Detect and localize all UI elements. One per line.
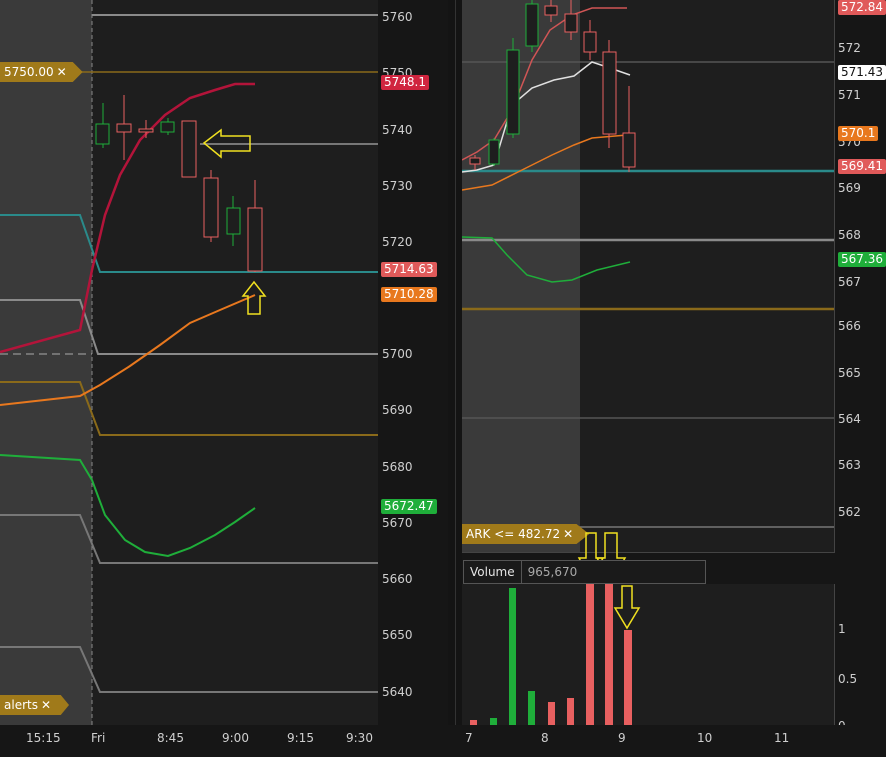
volume-label: Volume — [464, 561, 522, 583]
candle — [525, 3, 539, 47]
volume-bar — [528, 691, 535, 725]
volume-header: Volume 965,670 — [463, 560, 707, 584]
candle — [95, 123, 110, 145]
price-tag-white: 571.43 — [838, 65, 886, 80]
candle — [203, 177, 219, 238]
price-tag-green: 5672.47 — [381, 499, 437, 514]
volume-bar — [624, 630, 632, 725]
axis-label: 569 — [838, 181, 861, 195]
candle — [226, 207, 241, 235]
axis-label: 5680 — [382, 460, 413, 474]
axis-label: 5640 — [382, 685, 413, 699]
price-tag-orange: 5710.28 — [381, 287, 437, 302]
axis-label: 568 — [838, 228, 861, 242]
candle — [469, 157, 481, 165]
time-label: 9 — [618, 731, 626, 745]
price-tag-last: 5714.63 — [381, 262, 437, 277]
volume-bar — [509, 588, 516, 725]
axis-label: 567 — [838, 275, 861, 289]
candle — [488, 139, 500, 165]
candle — [138, 128, 154, 133]
volume-bar — [567, 698, 574, 725]
candle — [544, 5, 558, 16]
candle — [583, 31, 597, 53]
axis-label: 0.5 — [838, 672, 857, 686]
candle — [116, 123, 132, 133]
left-price-axis[interactable]: 5760 5750 5740 5730 5720 5710 5700 5690 … — [378, 0, 448, 725]
volume-axis[interactable]: 1 0.5 0 — [835, 584, 886, 725]
price-tag-crimson: 5748.1 — [381, 75, 429, 90]
candle — [602, 51, 617, 135]
time-axis-bar[interactable]: 15:15 Fri 8:45 9:00 9:15 9:30 7 8 9 10 1… — [0, 725, 886, 757]
alerts-flag[interactable]: alerts ✕ — [0, 695, 70, 715]
time-label: 7 — [465, 731, 473, 745]
right-chart-canvas[interactable] — [462, 0, 834, 552]
price-alert-flag[interactable]: 5750.00 ✕ — [0, 62, 83, 82]
volume-panel[interactable] — [462, 584, 835, 725]
candle — [247, 207, 263, 272]
time-label: Fri — [91, 731, 105, 745]
right-price-axis[interactable]: 572 571 570 569 568 567 566 565 564 563 … — [835, 0, 886, 552]
axis-label: 5660 — [382, 572, 413, 586]
candle — [622, 132, 636, 168]
axis-label: 565 — [838, 366, 861, 380]
candle — [181, 120, 197, 178]
axis-label: 572 — [838, 41, 861, 55]
volume-bar — [490, 718, 497, 725]
time-label: 15:15 — [26, 731, 61, 745]
time-label: 8:45 — [157, 731, 184, 745]
axis-label: 5690 — [382, 403, 413, 417]
right-chart[interactable] — [462, 0, 835, 553]
volume-bar — [548, 702, 555, 725]
axis-label: 566 — [838, 319, 861, 333]
axis-label: 5730 — [382, 179, 413, 193]
candle — [564, 13, 578, 33]
panel-divider[interactable] — [448, 0, 462, 757]
volume-value: 965,670 — [527, 565, 578, 579]
close-icon[interactable]: ✕ — [41, 698, 51, 712]
candle — [160, 121, 175, 133]
volume-canvas[interactable] — [462, 584, 834, 725]
axis-label: 1 — [838, 622, 846, 636]
alert-label: alerts — [4, 698, 38, 712]
close-icon[interactable]: ✕ — [563, 527, 573, 541]
axis-label: 5650 — [382, 628, 413, 642]
left-chart[interactable] — [0, 0, 378, 725]
price-tag-green: 567.36 — [838, 252, 886, 267]
axis-label: 5670 — [382, 516, 413, 530]
axis-label: 571 — [838, 88, 861, 102]
axis-label: 5760 — [382, 10, 413, 24]
axis-label: 5720 — [382, 235, 413, 249]
alert-label: 5750.00 — [4, 65, 54, 79]
close-icon[interactable]: ✕ — [57, 65, 67, 79]
time-label: 9:15 — [287, 731, 314, 745]
alert-label: ARK <= 482.72 — [466, 527, 561, 541]
axis-label: 5700 — [382, 347, 413, 361]
axis-label: 5740 — [382, 123, 413, 137]
time-label: 9:30 — [346, 731, 373, 745]
candle — [506, 49, 520, 135]
time-label: 9:00 — [222, 731, 249, 745]
time-label: 11 — [774, 731, 789, 745]
axis-label: 562 — [838, 505, 861, 519]
time-label: 8 — [541, 731, 549, 745]
price-alert-flag[interactable]: ARK <= 482.72 ✕ — [462, 524, 590, 544]
price-tag-high: 572.84 — [838, 0, 886, 15]
price-tag-last: 569.41 — [838, 159, 886, 174]
axis-label: 563 — [838, 458, 861, 472]
time-label: 10 — [697, 731, 712, 745]
left-chart-canvas[interactable] — [0, 0, 378, 725]
axis-label: 564 — [838, 412, 861, 426]
annotation-arrow-down — [613, 585, 641, 630]
price-tag-orange: 570.1 — [838, 126, 879, 141]
